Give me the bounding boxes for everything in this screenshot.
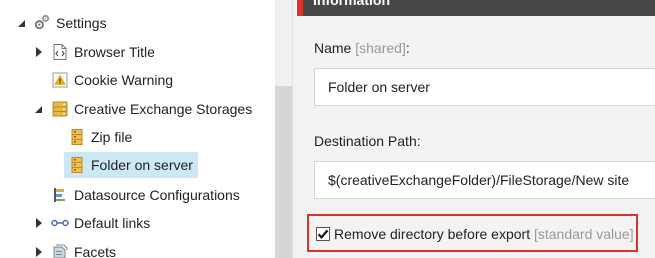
expand-arrow-icon[interactable]: [34, 47, 44, 57]
tree-item-label: Zip file: [91, 129, 133, 145]
name-label-text: Name: [314, 40, 352, 56]
facets-icon: [52, 244, 68, 258]
tree-scrollbar[interactable]: [275, 0, 292, 258]
remove-directory-field: Remove directory before export [standard…: [307, 214, 638, 252]
collapse-arrow-icon[interactable]: [33, 104, 43, 114]
scrollbar-thumb[interactable]: [275, 86, 292, 258]
tree-item-default-links[interactable]: Default links: [0, 209, 275, 237]
tree-item-label: Facets: [74, 244, 117, 258]
tree-item-label: Folder on server: [91, 157, 193, 173]
tree-item-browser-title[interactable]: Browser Title: [0, 38, 275, 66]
remove-directory-label[interactable]: Remove directory before export [standard…: [334, 226, 634, 242]
remove-directory-qualifier: [standard value]: [533, 226, 634, 242]
section-title: Information: [313, 0, 390, 8]
checkmark-icon: [317, 229, 329, 240]
tree-item-facets[interactable]: Facets: [0, 238, 275, 258]
zip-file-icon: [69, 129, 85, 145]
name-label-suffix: :: [405, 40, 410, 56]
tree-item-settings[interactable]: Settings: [0, 9, 275, 37]
tree-item-zip-file[interactable]: Zip file: [0, 123, 275, 151]
name-field-label: Name [shared]:: [314, 40, 410, 56]
tree-item-label: Settings: [56, 15, 107, 31]
tree-item-label: Cookie Warning: [74, 72, 174, 88]
tree-item-label: Browser Title: [74, 44, 155, 60]
warning-icon: [52, 72, 68, 88]
content-tree: Settings Browser Title Cookie Warning Cr…: [0, 0, 275, 258]
code-page-icon: [52, 44, 68, 60]
collapse-arrow-icon[interactable]: [16, 18, 26, 28]
storage-icon: [52, 101, 68, 117]
tree-item-cookie-warning[interactable]: Cookie Warning: [0, 66, 275, 94]
remove-directory-label-text: Remove directory before export: [334, 226, 531, 242]
link-icon: [50, 215, 70, 231]
tree-item-label: Default links: [74, 215, 151, 231]
expand-arrow-icon[interactable]: [34, 247, 44, 257]
tree-item-label: Datasource Configurations: [74, 187, 240, 203]
folder-storage-icon: [69, 157, 85, 173]
remove-directory-checkbox[interactable]: [316, 227, 330, 241]
gear-icon: [34, 14, 50, 30]
tree-item-datasource-configurations[interactable]: Datasource Configurations: [0, 181, 275, 209]
destination-path-label: Destination Path:: [314, 133, 421, 149]
item-editor-panel: Information Name [shared]: Folder on ser…: [292, 0, 655, 258]
tree-item-creative-exchange-storages[interactable]: Creative Exchange Storages: [0, 95, 275, 123]
destination-path-input[interactable]: $(creativeExchangeFolder)/FileStorage/Ne…: [314, 161, 655, 199]
section-header-accent: [297, 0, 303, 16]
name-input[interactable]: Folder on server: [314, 68, 655, 106]
tree-item-label: Creative Exchange Storages: [74, 101, 253, 117]
name-label-qualifier: [shared]: [355, 40, 406, 56]
expand-arrow-icon[interactable]: [34, 218, 44, 228]
section-header[interactable]: Information: [297, 0, 655, 16]
datasource-icon: [51, 187, 67, 203]
tree-item-folder-on-server[interactable]: Folder on server: [0, 151, 198, 179]
